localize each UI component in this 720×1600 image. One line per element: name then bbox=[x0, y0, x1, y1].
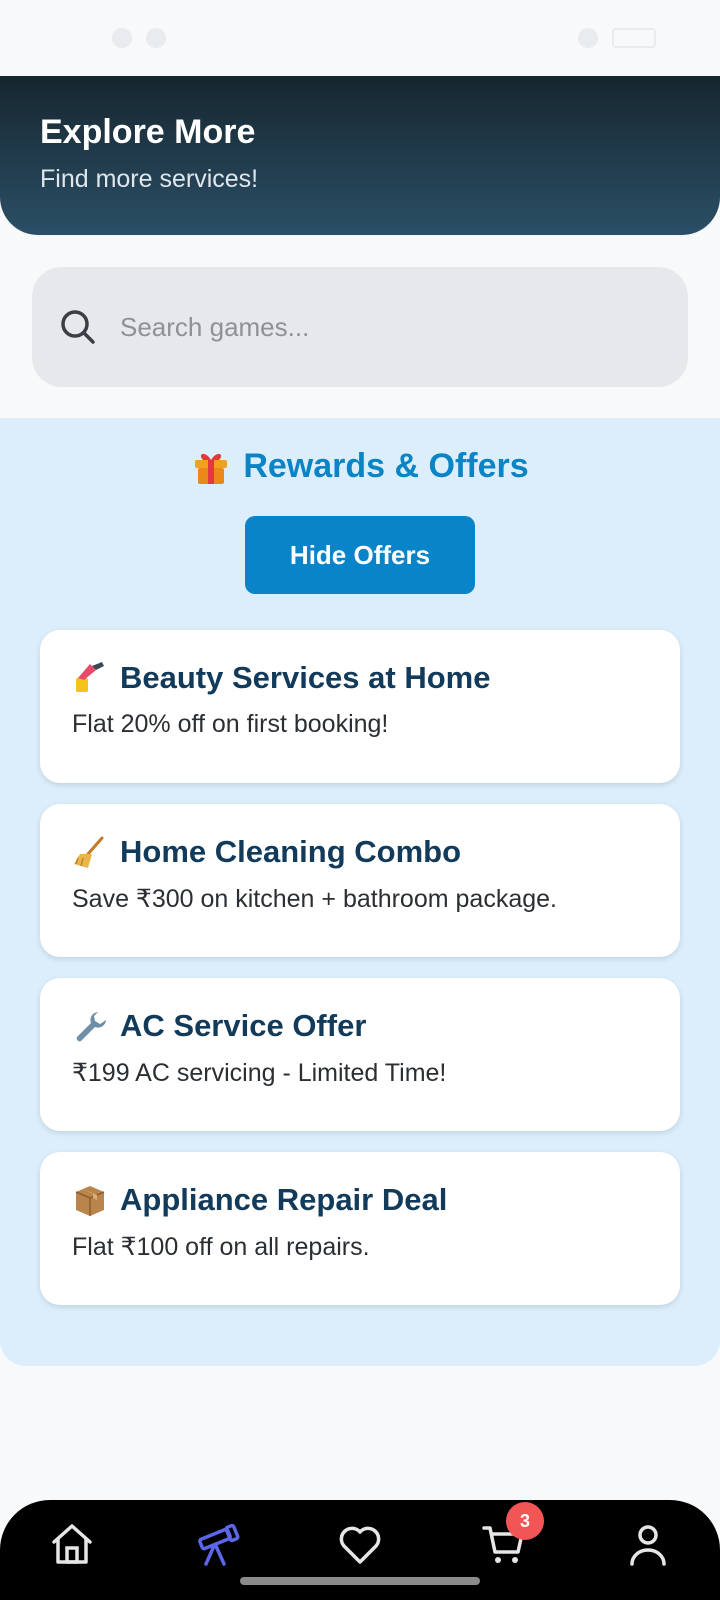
status-left bbox=[112, 28, 166, 48]
nav-favorites[interactable] bbox=[330, 1514, 390, 1574]
offer-card-cleaning[interactable]: Home Cleaning Combo Save ₹300 on kitchen… bbox=[40, 804, 680, 957]
home-icon bbox=[52, 1524, 92, 1564]
nav-explore[interactable] bbox=[186, 1514, 246, 1574]
nav-cart[interactable]: 3 bbox=[474, 1502, 544, 1574]
broom-icon bbox=[74, 836, 104, 868]
page-header: Explore More Find more services! bbox=[0, 76, 720, 235]
notification-icon bbox=[146, 28, 166, 48]
rewards-heading: Rewards & Offers bbox=[0, 446, 720, 486]
search-icon bbox=[61, 310, 95, 344]
offer-title-row: Beauty Services at Home bbox=[72, 660, 680, 696]
battery-icon bbox=[612, 28, 656, 48]
status-bar bbox=[0, 0, 720, 76]
nav-home[interactable] bbox=[42, 1514, 102, 1574]
notification-icon bbox=[112, 28, 132, 48]
offer-description: Save ₹300 on kitchen + bathroom package. bbox=[72, 885, 557, 913]
offer-description: Flat ₹100 off on all repairs. bbox=[72, 1233, 370, 1261]
offer-title-row: AC Service Offer bbox=[72, 1008, 680, 1044]
nav-profile[interactable] bbox=[618, 1514, 678, 1574]
offer-card-ac-service[interactable]: AC Service Offer ₹199 AC servicing - Lim… bbox=[40, 978, 680, 1131]
rewards-panel: Rewards & Offers Hide Offers Beauty Serv… bbox=[0, 418, 720, 1366]
offer-title-row: Home Cleaning Combo bbox=[72, 834, 680, 870]
offer-title: Beauty Services at Home bbox=[120, 660, 491, 695]
offer-description: ₹199 AC servicing - Limited Time! bbox=[72, 1059, 447, 1087]
offer-description: Flat 20% off on first booking! bbox=[72, 710, 389, 738]
offer-title-row: Appliance Repair Deal bbox=[72, 1182, 680, 1218]
cart-badge: 3 bbox=[506, 1502, 544, 1540]
signal-icon bbox=[578, 28, 598, 48]
telescope-icon bbox=[198, 1523, 240, 1566]
offer-title: Home Cleaning Combo bbox=[120, 834, 462, 869]
offer-card-appliance-repair[interactable]: Appliance Repair Deal Flat ₹100 off on a… bbox=[40, 1152, 680, 1305]
nail-polish-icon bbox=[76, 662, 104, 692]
package-icon bbox=[75, 1186, 105, 1216]
user-icon bbox=[630, 1525, 666, 1566]
page-subtitle: Find more services! bbox=[40, 165, 259, 194]
home-indicator[interactable] bbox=[240, 1577, 480, 1585]
offer-title: Appliance Repair Deal bbox=[120, 1182, 448, 1217]
search-input[interactable] bbox=[120, 311, 662, 343]
wrench-icon bbox=[76, 1012, 106, 1042]
offer-card-beauty[interactable]: Beauty Services at Home Flat 20% off on … bbox=[40, 630, 680, 783]
gift-icon bbox=[195, 453, 228, 484]
rewards-title: Rewards & Offers bbox=[243, 446, 529, 485]
hide-offers-button[interactable]: Hide Offers bbox=[245, 516, 475, 594]
heart-icon bbox=[339, 1526, 381, 1564]
status-right bbox=[578, 28, 656, 48]
offer-title: AC Service Offer bbox=[120, 1008, 367, 1043]
page-title: Explore More bbox=[40, 113, 256, 151]
bottom-nav: 3 bbox=[0, 1500, 720, 1600]
search-bar[interactable] bbox=[32, 267, 688, 387]
